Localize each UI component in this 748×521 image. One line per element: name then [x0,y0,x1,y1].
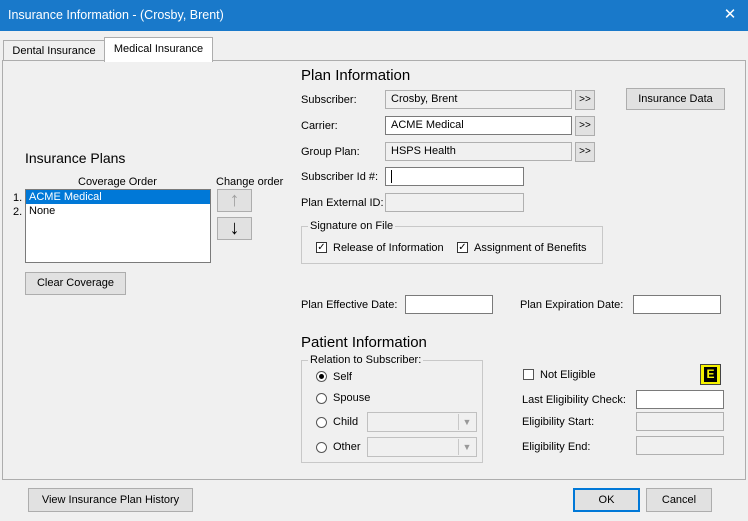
chevron-down-icon: ▼ [458,414,475,430]
list-number: 2. [13,206,23,218]
ok-button[interactable]: OK [573,488,640,512]
list-item[interactable]: None [26,204,210,218]
clear-coverage-button[interactable]: Clear Coverage [25,272,126,295]
subscriber-field: Crosby, Brent [385,90,572,109]
last-eligibility-check-input[interactable] [636,390,724,409]
coverage-order-label: Coverage Order [78,176,157,188]
cancel-button[interactable]: Cancel [646,488,712,512]
effective-date-input[interactable] [405,295,493,314]
carrier-field[interactable]: ACME Medical [385,116,572,135]
group-plan-more-button[interactable]: >> [575,142,595,162]
eligibility-start-field [636,412,724,431]
carrier-more-button[interactable]: >> [575,116,595,136]
view-history-button[interactable]: View Insurance Plan History [28,488,193,512]
carrier-label: Carrier: [301,120,338,132]
tab-medical-insurance[interactable]: Medical Insurance [104,37,213,62]
insurance-plans-list[interactable]: ACME Medical None [25,189,211,263]
radio-self[interactable] [316,371,327,382]
group-plan-field: HSPS Health [385,142,572,161]
plan-information-heading: Plan Information [301,67,411,84]
plan-external-id-label: Plan External ID: [301,197,384,209]
subscriber-more-button[interactable]: >> [575,90,595,110]
list-item[interactable]: ACME Medical [26,190,210,204]
signature-on-file-title: Signature on File [308,220,396,232]
release-checkbox[interactable]: ✓ [316,242,327,253]
window-title: Insurance Information - (Crosby, Brent) [8,8,224,22]
radio-child[interactable] [316,417,327,428]
eligibility-end-label: Eligibility End: [522,441,591,453]
assignment-checkbox[interactable]: ✓ [457,242,468,253]
not-eligible-label: Not Eligible [540,369,596,381]
subscriber-label: Subscriber: [301,94,357,106]
close-icon[interactable]: ✕ [718,3,742,27]
chevron-down-icon: ▼ [458,439,475,455]
text-cursor [391,170,392,183]
last-eligibility-check-label: Last Eligibility Check: [522,394,626,406]
assignment-label: Assignment of Benefits [474,242,587,254]
insurance-plans-heading: Insurance Plans [25,150,126,166]
eligibility-start-label: Eligibility Start: [522,416,595,428]
radio-child-label: Child [333,416,359,428]
tab-dental-insurance[interactable]: Dental Insurance [3,40,105,61]
expiration-date-label: Plan Expiration Date: [520,299,624,311]
effective-date-label: Plan Effective Date: [301,299,398,311]
radio-other-label: Other [333,441,361,453]
eligibility-e-button[interactable]: E [700,364,721,385]
radio-spouse-label: Spouse [333,392,371,404]
plan-external-id-field [385,193,524,212]
radio-spouse[interactable] [316,393,327,404]
other-select[interactable]: ▼ [367,437,477,457]
radio-other[interactable] [316,442,327,453]
eligibility-end-field [636,436,724,455]
release-label: Release of Information [333,242,444,254]
subscriber-id-label: Subscriber Id #: [301,171,379,183]
change-order-label: Change order [216,176,284,188]
move-up-icon[interactable]: ↑ [217,189,252,212]
patient-information-heading: Patient Information [301,334,427,351]
radio-self-label: Self [333,371,352,383]
title-bar: Insurance Information - (Crosby, Brent) … [0,0,748,31]
relation-title: Relation to Subscriber: [308,354,424,366]
insurance-data-button[interactable]: Insurance Data [626,88,725,110]
child-select[interactable]: ▼ [367,412,477,432]
subscriber-id-input[interactable] [385,167,524,186]
list-number: 1. [13,192,23,204]
expiration-date-input[interactable] [633,295,721,314]
group-plan-label: Group Plan: [301,146,360,158]
not-eligible-checkbox[interactable] [523,369,534,380]
e-icon: E [704,367,717,382]
move-down-icon[interactable]: ↓ [217,217,252,240]
